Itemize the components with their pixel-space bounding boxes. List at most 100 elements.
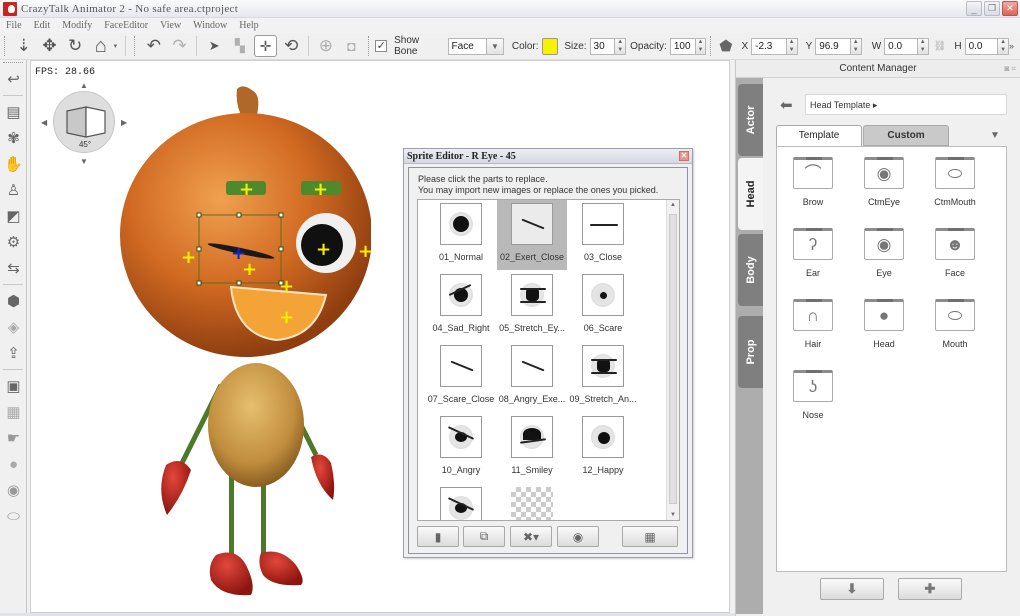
template-item-ctmmouth[interactable]: ⬭ CtmMouth: [925, 151, 985, 217]
w-spinner[interactable]: ▲ ▼: [917, 37, 929, 55]
template-item-ctmeye[interactable]: ◉ CtmEye: [854, 151, 914, 217]
face-editor-icon[interactable]: ▣: [0, 373, 27, 399]
template-item-face[interactable]: ☻ Face: [925, 222, 985, 288]
nav-up-arrow[interactable]: ▲: [80, 81, 88, 90]
sprite-item[interactable]: [426, 484, 496, 520]
menu-file[interactable]: File: [0, 20, 28, 31]
toolbar-grip[interactable]: [134, 36, 137, 56]
sprite-item[interactable]: 10_Angry: [426, 413, 496, 483]
home-icon[interactable]: ⌂: [89, 35, 113, 57]
actor-resize-icon[interactable]: ♙: [0, 177, 27, 203]
template-item-ear[interactable]: ʔ Ear: [783, 222, 843, 288]
x-spinner[interactable]: ▲ ▼: [786, 37, 798, 55]
side-tab-actor[interactable]: Actor: [738, 84, 763, 156]
new-sprite-button[interactable]: ▮: [417, 526, 459, 547]
panel-float-close-icons[interactable]: ◙ ⌗: [1004, 60, 1016, 78]
redo-icon[interactable]: ↷: [168, 35, 192, 57]
side-tab-body[interactable]: Body: [738, 234, 763, 306]
sprite-item[interactable]: 12_Happy: [568, 413, 638, 483]
x-input[interactable]: -2.3: [751, 37, 787, 55]
template-item-mouth[interactable]: ⬭ Mouth: [925, 293, 985, 359]
nav-left-arrow[interactable]: ◀: [41, 118, 47, 127]
template-item-brow[interactable]: ⌒ Brow: [783, 151, 843, 217]
size-spinner[interactable]: ▲ ▼: [615, 37, 627, 55]
character-actor[interactable]: ++ ++ ++ ++ +: [111, 85, 371, 605]
opacity-spinner[interactable]: ▲ ▼: [695, 37, 707, 55]
breadcrumb[interactable]: Head Template ▸: [805, 94, 1007, 115]
face-key-icon[interactable]: ⬢: [0, 288, 27, 314]
sprite-item[interactable]: [497, 484, 567, 520]
sprite-item[interactable]: 02_Exert_Close: [497, 200, 567, 270]
menu-edit[interactable]: Edit: [28, 20, 57, 31]
template-item-eye[interactable]: ◉ Eye: [854, 222, 914, 288]
menu-window[interactable]: Window: [187, 20, 233, 31]
add-button[interactable]: ✚: [898, 578, 962, 600]
y-input[interactable]: 96.9: [815, 37, 851, 55]
minimize-button[interactable]: _: [966, 1, 982, 16]
sprite-swap-icon[interactable]: ◩: [0, 203, 27, 229]
sprite-item[interactable]: 08_Angry_Exe...: [497, 342, 567, 412]
preview-sprite-button[interactable]: ◉: [557, 526, 599, 547]
transform-icon[interactable]: ⇆: [0, 255, 27, 281]
opacity-input[interactable]: 100: [669, 37, 696, 55]
sprite-editor-titlebar[interactable]: Sprite Editor - R Eye - 45 ✕: [404, 149, 692, 164]
chevron-down-icon[interactable]: ▾: [114, 42, 118, 50]
size-input[interactable]: 30: [589, 37, 616, 55]
template-item-nose[interactable]: ʖ Nose: [783, 364, 843, 430]
sprite-grid-scrollbar[interactable]: ▲ ▼: [666, 200, 679, 520]
h-input[interactable]: 0.0: [964, 37, 999, 55]
undo-pose-icon[interactable]: ↩: [0, 66, 27, 92]
rotate-icon[interactable]: ↻: [63, 35, 87, 57]
bone-edit-icon[interactable]: ✛: [253, 35, 278, 57]
active-pivot[interactable]: +: [231, 243, 246, 264]
y-spinner[interactable]: ▲ ▼: [850, 37, 862, 55]
side-tab-head[interactable]: Head: [738, 158, 763, 230]
close-button[interactable]: ✕: [1002, 1, 1018, 16]
nav-down-arrow[interactable]: ▼: [80, 157, 88, 166]
thumbnail-view-button[interactable]: ▦: [622, 526, 678, 547]
sprite-item[interactable]: 03_Close: [568, 200, 638, 270]
head-icon[interactable]: ●: [0, 451, 27, 477]
add-sprite-icon[interactable]: ◘: [340, 35, 364, 57]
sprite-item[interactable]: 11_Smiley: [497, 413, 567, 483]
color-swatch[interactable]: [541, 37, 559, 55]
tab-custom[interactable]: Custom: [863, 125, 949, 146]
show-bone-checkbox[interactable]: ✓: [375, 40, 388, 52]
color-adjust-icon[interactable]: ▦: [0, 399, 27, 425]
sprite-item[interactable]: 07_Scare_Close: [426, 342, 496, 412]
view-cube[interactable]: 45°: [53, 91, 115, 153]
h-spinner[interactable]: ▲ ▼: [998, 37, 1010, 55]
puppet-icon[interactable]: ▤: [0, 99, 27, 125]
select-arrow-icon[interactable]: ➤: [202, 35, 226, 57]
menu-view[interactable]: View: [154, 20, 187, 31]
w-input[interactable]: 0.0: [884, 37, 918, 55]
bone-mode-dropdown-button[interactable]: ▼: [487, 37, 504, 55]
template-item-head[interactable]: ● Head: [854, 293, 914, 359]
move-vertical-icon[interactable]: ⇣: [12, 35, 36, 57]
delete-sprite-button[interactable]: ✖▾: [510, 526, 552, 547]
gesture-icon[interactable]: ✋: [0, 151, 27, 177]
restore-button[interactable]: ❐: [984, 1, 1000, 16]
sprite-item[interactable]: 01_Normal: [426, 200, 496, 270]
composer-icon[interactable]: ⚙: [0, 229, 27, 255]
sprite-item[interactable]: 06_Scare: [568, 271, 638, 341]
lock-ratio-icon[interactable]: ⛓: [934, 41, 947, 52]
tab-menu-dropdown-icon[interactable]: ▼: [990, 130, 1000, 141]
import-sprite-button[interactable]: ⧉: [463, 526, 505, 547]
scrollbar-thumb[interactable]: [669, 214, 677, 504]
undo-icon[interactable]: ↶: [142, 35, 166, 57]
export-icon[interactable]: ⇪: [0, 340, 27, 366]
bone-mode-select[interactable]: Face: [447, 37, 488, 55]
menu-help[interactable]: Help: [233, 20, 264, 31]
mouth-icon[interactable]: ⬭: [0, 503, 27, 529]
sprite-item[interactable]: 04_Sad_Right: [426, 271, 496, 341]
reset-pose-icon[interactable]: ⟲: [279, 35, 303, 57]
toolbar-grip[interactable]: [368, 36, 371, 56]
menu-face-editor[interactable]: FaceEditor: [98, 20, 154, 31]
sprite-item[interactable]: 09_Stretch_An...: [568, 342, 638, 412]
sprite-editor-close-button[interactable]: ✕: [679, 151, 689, 161]
motion-icon[interactable]: ✾: [0, 125, 27, 151]
toolbar-grip[interactable]: [710, 36, 713, 56]
move-icon[interactable]: ✥: [38, 35, 62, 57]
apply-button[interactable]: ⬇: [820, 578, 884, 600]
